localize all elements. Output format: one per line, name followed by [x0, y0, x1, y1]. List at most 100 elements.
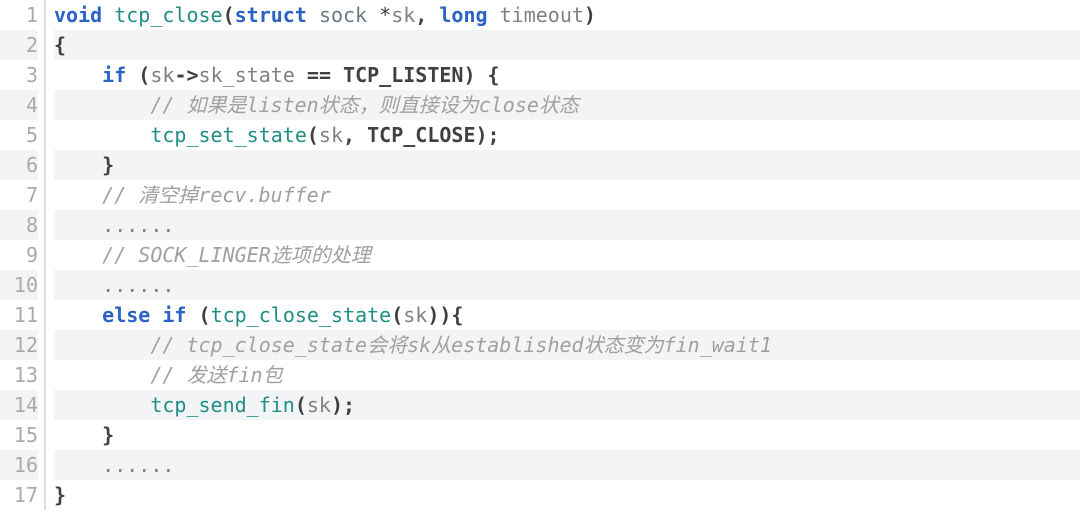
code-line: tcp_set_state(sk, TCP_CLOSE); [54, 120, 1080, 150]
token: sk [391, 3, 415, 27]
token: } [54, 483, 66, 507]
indent [54, 453, 102, 477]
code-area: void tcp_close(struct sock *sk, long tim… [46, 0, 1080, 510]
token: ...... [102, 273, 174, 297]
token [102, 3, 114, 27]
line-number: 11 [0, 300, 38, 330]
token: sk [150, 63, 174, 87]
indent [54, 63, 102, 87]
token: timeout [500, 3, 584, 27]
indent [54, 363, 150, 387]
token: // 发送fin包 [150, 363, 282, 387]
indent [54, 333, 150, 357]
line-number: 10 [0, 270, 38, 300]
code-editor: 1234567891011121314151617 void tcp_close… [0, 0, 1080, 510]
token: ( [126, 63, 150, 87]
indent [54, 423, 102, 447]
token: { [54, 33, 66, 57]
indent [54, 243, 102, 267]
line-number: 1 [0, 0, 38, 30]
indent [54, 393, 150, 417]
token: void [54, 3, 102, 27]
code-line: } [54, 420, 1080, 450]
token: sk [403, 303, 427, 327]
indent [54, 273, 102, 297]
token: tcp_send_fin [150, 393, 295, 417]
token: * [379, 3, 391, 27]
code-line: } [54, 480, 1080, 510]
code-line: if (sk->sk_state == TCP_LISTEN) { [54, 60, 1080, 90]
token: ...... [102, 453, 174, 477]
indent [54, 183, 102, 207]
indent [54, 153, 102, 177]
token: -> [174, 63, 198, 87]
code-line: ...... [54, 450, 1080, 480]
token: struct [235, 3, 307, 27]
line-number: 5 [0, 120, 38, 150]
line-number: 3 [0, 60, 38, 90]
indent [54, 123, 150, 147]
line-number: 17 [0, 480, 38, 510]
token: sk [319, 123, 343, 147]
code-line: void tcp_close(struct sock *sk, long tim… [54, 0, 1080, 30]
token: tcp_close [114, 3, 222, 27]
token: // SOCK_LINGER选项的处理 [102, 243, 371, 267]
line-number-gutter: 1234567891011121314151617 [0, 0, 46, 510]
indent [54, 303, 102, 327]
token: // tcp_close_state会将sk从established状态变为fi… [150, 333, 772, 357]
line-number: 9 [0, 240, 38, 270]
code-line: { [54, 30, 1080, 60]
token: else [102, 303, 150, 327]
line-number: 4 [0, 90, 38, 120]
token: == [295, 63, 343, 87]
token: , [343, 123, 367, 147]
code-line: // SOCK_LINGER选项的处理 [54, 240, 1080, 270]
code-line: } [54, 150, 1080, 180]
token: ( [307, 123, 319, 147]
line-number: 16 [0, 450, 38, 480]
code-line: // 发送fin包 [54, 360, 1080, 390]
token: , [415, 3, 439, 27]
line-number: 12 [0, 330, 38, 360]
line-number: 8 [0, 210, 38, 240]
token: tcp_close_state [211, 303, 392, 327]
code-line: ...... [54, 270, 1080, 300]
token: ) [584, 3, 596, 27]
line-number: 14 [0, 390, 38, 420]
token: } [102, 423, 114, 447]
token: ) { [463, 63, 499, 87]
token [367, 3, 379, 27]
code-line: // tcp_close_state会将sk从established状态变为fi… [54, 330, 1080, 360]
code-line: tcp_send_fin(sk); [54, 390, 1080, 420]
indent [54, 93, 150, 117]
line-number: 13 [0, 360, 38, 390]
line-number: 15 [0, 420, 38, 450]
token: ( [186, 303, 210, 327]
token: sock [319, 3, 367, 27]
token: sk_state [199, 63, 295, 87]
token: ( [391, 303, 403, 327]
indent [54, 213, 102, 237]
token: // 如果是listen状态，则直接设为close状态 [150, 93, 579, 117]
code-line: else if (tcp_close_state(sk)){ [54, 300, 1080, 330]
token: } [102, 153, 114, 177]
token: TCP_LISTEN [343, 63, 463, 87]
line-number: 7 [0, 180, 38, 210]
token: ); [475, 123, 499, 147]
token: )){ [427, 303, 463, 327]
code-line: // 如果是listen状态，则直接设为close状态 [54, 90, 1080, 120]
token: long [439, 3, 487, 27]
token: sk [307, 393, 331, 417]
code-line: ...... [54, 210, 1080, 240]
token [307, 3, 319, 27]
token: if [162, 303, 186, 327]
token: ); [331, 393, 355, 417]
token: ...... [102, 213, 174, 237]
token [488, 3, 500, 27]
token: ( [223, 3, 235, 27]
line-number: 2 [0, 30, 38, 60]
token: ( [295, 393, 307, 417]
token: TCP_CLOSE [367, 123, 475, 147]
token [150, 303, 162, 327]
token: // 清空掉recv.buffer [102, 183, 331, 207]
